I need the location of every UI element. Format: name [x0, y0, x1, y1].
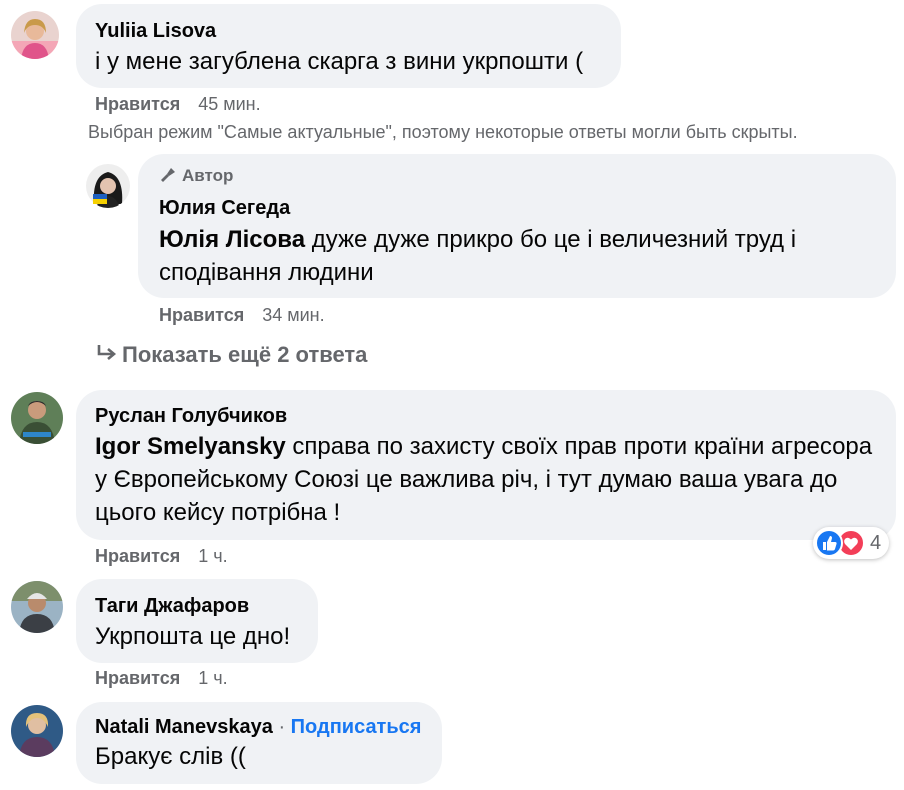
avatar[interactable] — [11, 705, 63, 757]
reply-arrow-icon — [96, 342, 122, 368]
like-button[interactable]: Нравится — [95, 546, 180, 566]
ukraine-flag-badge — [93, 194, 107, 204]
comment-time[interactable]: 45 мин. — [198, 94, 260, 114]
like-button[interactable]: Нравится — [95, 668, 180, 688]
comment-author[interactable]: Руслан Голубчиков — [95, 405, 287, 428]
comment-author[interactable]: Yuliia Lisova — [95, 20, 216, 43]
author-badge: Автор — [160, 166, 233, 188]
reactions-summary[interactable]: 4 — [813, 527, 890, 559]
comment-text: і у мене загублена скарга з вини укрпошт… — [95, 48, 584, 75]
comment-author[interactable]: Таги Джафаров — [95, 595, 249, 618]
comment-actions: Нравится 45 мин. — [95, 94, 261, 115]
comment-author-line: Natali Manevskaya · Подписаться — [95, 716, 421, 739]
like-button[interactable]: Нравится — [95, 94, 180, 114]
filter-notice: Выбран режим "Самые актуальные", поэтому… — [88, 122, 798, 142]
separator: · — [272, 716, 291, 738]
comment-actions: Нравится 1 ч. — [95, 546, 228, 567]
comment-time[interactable]: 1 ч. — [198, 546, 227, 566]
mention-link[interactable]: Igor Smelyansky — [95, 433, 286, 460]
follow-button[interactable]: Подписаться — [291, 716, 422, 738]
comment-time[interactable]: 1 ч. — [198, 668, 227, 688]
comment-text: Бракує слів (( — [95, 743, 246, 770]
comment-time[interactable]: 34 мин. — [262, 305, 324, 325]
comment-text: Укрпошта це дно! — [95, 623, 291, 650]
comment-author[interactable]: Natali Manevskaya — [95, 716, 273, 738]
reply-author[interactable]: Юлия Сегеда — [159, 197, 290, 220]
reply-text: Юлія Лісова дуже дуже прикро бо це і вел… — [159, 226, 797, 286]
show-more-replies[interactable]: Показать ещё 2 ответа — [96, 342, 367, 368]
like-icon — [815, 529, 843, 557]
comment-text: Igor Smelyansky справа по захисту своїх … — [95, 433, 873, 526]
avatar[interactable] — [11, 581, 63, 633]
reply-actions: Нравится 34 мин. — [159, 305, 325, 326]
comment-actions: Нравится 1 ч. — [95, 668, 228, 689]
like-button[interactable]: Нравится — [159, 305, 244, 325]
avatar[interactable] — [11, 11, 59, 59]
reaction-count: 4 — [870, 531, 882, 554]
microphone-icon — [160, 167, 176, 188]
avatar[interactable] — [11, 392, 63, 444]
mention-link[interactable]: Юлія Лісова — [159, 226, 305, 253]
